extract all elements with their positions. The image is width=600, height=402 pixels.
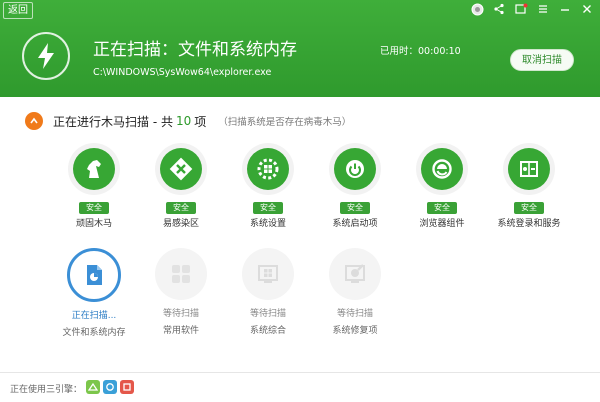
apps-icon [155,248,207,300]
bolt-icon [22,32,70,80]
qvm-engine-icon[interactable] [103,380,117,394]
item-label: 常用软件 [162,326,199,336]
item-status: 等待扫描 [162,309,199,319]
scan-item-stubborn-trojan[interactable]: 安全 顽固木马 [54,143,134,229]
scan-item-startup[interactable]: 安全 系统启动项 [315,143,395,229]
memory-scan-icon [67,248,121,302]
message-icon[interactable] [514,2,528,16]
item-label: 系统修复项 [332,326,378,336]
engine-label: 正在使用三引擎： [10,385,83,395]
scan-item-file-memory[interactable]: 正在扫描... 文件和系统内存 [54,248,134,338]
cloud-engine-icon[interactable] [86,380,100,394]
item-label: 顽固木马 [75,219,112,229]
status-footer: 正在使用三引擎： [0,372,600,402]
scan-item-system-settings[interactable]: 安全 系统设置 [228,143,308,229]
login-service-icon [508,148,550,190]
local-engine-icon[interactable] [120,380,134,394]
item-status: 等待扫描 [249,309,286,319]
item-label: 文件和系统内存 [62,328,126,338]
status-badge: 安全 [340,202,370,214]
item-label: 系统启动项 [332,219,378,229]
status-badge: 安全 [166,202,196,214]
power-icon [334,148,376,190]
minimize-icon[interactable] [558,2,572,16]
scan-header: 返回 正在扫描：文件和系统内存 C:\WINDOWS\SysWow64\expl… [0,0,600,97]
back-button[interactable]: 返回 [3,2,33,19]
scan-window: 返回 正在扫描：文件和系统内存 C:\WINDOWS\SysWow64\expl… [0,0,600,402]
item-label: 系统综合 [249,326,286,336]
item-label: 浏览器组件 [419,219,465,229]
hazard-icon [160,148,202,190]
status-badge: 安全 [253,202,283,214]
scan-current-path: C:\WINDOWS\SysWow64\explorer.exe [93,67,272,78]
ie-icon [421,148,463,190]
status-badge: 安全 [514,202,544,214]
windows-gear-icon [247,148,289,190]
status-badge: 安全 [79,202,109,214]
close-icon[interactable] [580,2,594,16]
item-status: 正在扫描... [71,311,117,321]
scan-item-browser[interactable]: 安全 浏览器组件 [402,143,482,229]
elapsed-time: 已用时：00:00:10 [380,46,461,57]
scan-item-common-software[interactable]: 等待扫描 常用软件 [141,248,221,336]
menu-icon[interactable] [536,2,550,16]
repair-icon [329,248,381,300]
status-badge: 安全 [427,202,457,214]
badge-icon[interactable] [470,2,484,16]
scan-item-infection-area[interactable]: 安全 易感染区 [141,143,221,229]
window-controls [470,2,594,16]
windows-icon [242,248,294,300]
section-note: （扫描系统是否存在病毒木马） [218,117,352,128]
scan-item-system-repair[interactable]: 等待扫描 系统修复项 [315,248,395,336]
cancel-scan-button[interactable]: 取消扫描 [510,49,574,71]
horse-icon [73,148,115,190]
section-heading: 正在进行木马扫描 - 共 10 项 （扫描系统是否存在病毒木马） [25,111,351,131]
scan-item-login-services[interactable]: 安全 系统登录和服务 [489,143,569,229]
item-label: 系统设置 [249,219,286,229]
section-title-suffix: 项 [194,114,207,129]
share-icon[interactable] [492,2,506,16]
section-count: 10 [175,114,192,128]
section-title: 正在进行木马扫描 - 共 [53,114,173,129]
scan-progress-icon [25,112,43,130]
scan-item-system-general[interactable]: 等待扫描 系统综合 [228,248,308,336]
item-label: 系统登录和服务 [497,219,561,229]
page-title: 正在扫描：文件和系统内存 [93,40,297,60]
item-status: 等待扫描 [336,309,373,319]
item-label: 易感染区 [162,219,199,229]
